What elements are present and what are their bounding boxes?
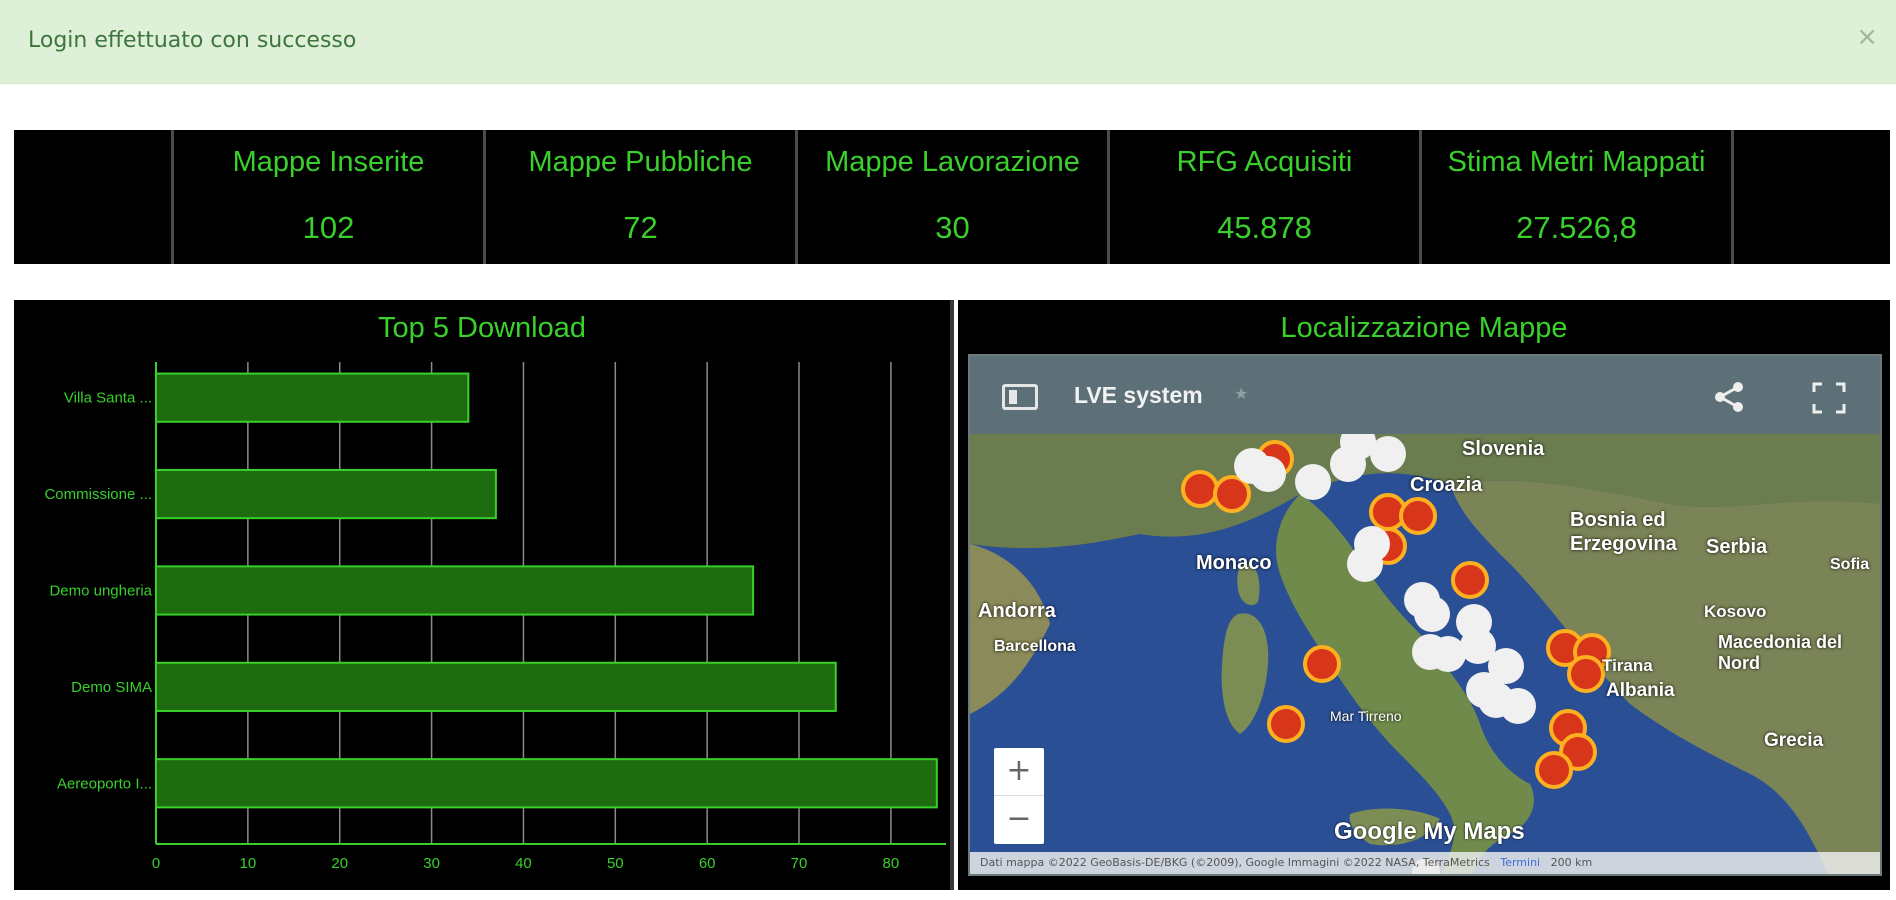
attribution-text: Dati mappa ©2022 GeoBasis-DE/BKG (©2009)… bbox=[980, 856, 1490, 869]
x-tick-label: 20 bbox=[331, 855, 348, 872]
map-name[interactable]: LVE system bbox=[1074, 382, 1203, 409]
label-slovenia: Slovenia bbox=[1462, 438, 1545, 460]
label-barcellona: Barcellona bbox=[994, 638, 1076, 655]
star-icon[interactable]: ★ bbox=[1234, 384, 1248, 403]
label-tirana: Tirana bbox=[1602, 656, 1653, 675]
sidebar-toggle-icon[interactable] bbox=[1002, 384, 1038, 410]
stat-value: 45.878 bbox=[1217, 210, 1312, 245]
map-panel-title: Localizzazione Mappe bbox=[1280, 312, 1568, 344]
label-bosnia: Bosnia ed Erzegovina bbox=[1570, 509, 1677, 555]
stat-rfg-acquisiti: RFG Acquisiti 45.878 bbox=[1110, 130, 1422, 264]
embedded-map[interactable]: LVE system ★ Slovenia Croazia Bosnia ed … bbox=[968, 354, 1882, 876]
label-albania: Albania bbox=[1606, 680, 1675, 701]
zoom-control: + − bbox=[994, 748, 1044, 844]
label-sofia: Sofia bbox=[1830, 556, 1870, 573]
alert-message: Login effettuato con successo bbox=[28, 28, 357, 53]
stat-mappe-lavorazione: Mappe Lavorazione 30 bbox=[798, 130, 1110, 264]
category-label: Demo ungheria bbox=[49, 582, 152, 599]
label-macedonia: Macedonia del Nord bbox=[1718, 632, 1843, 673]
share-icon[interactable] bbox=[1712, 380, 1746, 414]
bar[interactable] bbox=[155, 468, 497, 520]
category-label: Villa Santa ... bbox=[64, 390, 152, 407]
google-logo: Google My Maps bbox=[1334, 818, 1525, 845]
stat-value: 102 bbox=[302, 210, 355, 245]
scale-label: 200 km bbox=[1550, 856, 1593, 869]
x-tick-label: 10 bbox=[240, 855, 257, 872]
label-croazia: Croazia bbox=[1410, 474, 1483, 496]
bar[interactable] bbox=[155, 758, 938, 809]
label-grecia: Grecia bbox=[1764, 730, 1824, 751]
bar[interactable] bbox=[155, 565, 755, 616]
stat-value: 30 bbox=[935, 210, 970, 245]
bar[interactable] bbox=[155, 661, 837, 712]
success-alert: Login effettuato con successo × bbox=[0, 0, 1896, 84]
stat-title: Stima Metri Mappati bbox=[1447, 146, 1706, 178]
stat-value: 72 bbox=[623, 210, 658, 245]
stats-bar: Mappe Inserite 102 Mappe Pubbliche 72 Ma… bbox=[14, 130, 1890, 264]
x-tick-label: 0 bbox=[152, 855, 160, 872]
x-tick-label: 60 bbox=[699, 855, 716, 872]
category-label: Demo SIMA bbox=[71, 679, 152, 696]
stat-title: Mappe Pubbliche bbox=[528, 146, 753, 178]
bar-chart: 0 10 20 30 40 50 60 70 80 Villa Santa ... Commissi… bbox=[44, 362, 946, 872]
stat-stima-metri: Stima Metri Mappati 27.526,8 bbox=[1422, 130, 1734, 264]
x-tick-label: 80 bbox=[883, 855, 900, 872]
stat-mappe-inserite: Mappe Inserite 102 bbox=[174, 130, 486, 264]
fullscreen-icon[interactable] bbox=[1812, 382, 1846, 414]
map-panel: Localizzazione Mappe LVE system ★ Sloven… bbox=[958, 300, 1890, 890]
label-kosovo: Kosovo bbox=[1704, 602, 1767, 621]
x-tick-label: 50 bbox=[607, 855, 624, 872]
label-mar-tirreno: Mar Tirreno bbox=[1330, 708, 1402, 724]
map-header: LVE system ★ bbox=[970, 356, 1880, 434]
close-icon[interactable]: × bbox=[1856, 22, 1878, 52]
label-andorra: Andorra bbox=[978, 600, 1056, 622]
terms-link[interactable]: Termini bbox=[1500, 856, 1540, 869]
category-label: Aereoporto I... bbox=[57, 775, 152, 792]
bar[interactable] bbox=[155, 372, 470, 423]
x-tick-label: 40 bbox=[515, 855, 532, 872]
stats-spacer-right bbox=[1734, 130, 1890, 264]
stat-mappe-pubbliche: Mappe Pubbliche 72 bbox=[486, 130, 798, 264]
label-monaco: Monaco bbox=[1196, 552, 1272, 574]
x-tick-label: 70 bbox=[791, 855, 808, 872]
stat-title: Mappe Lavorazione bbox=[825, 146, 1080, 178]
x-tick-label: 30 bbox=[423, 855, 440, 872]
stat-title: RFG Acquisiti bbox=[1176, 146, 1353, 178]
top-download-panel: Top 5 Download 0 10 20 30 40 50 60 70 80 Villa Sa… bbox=[14, 300, 954, 890]
zoom-out-button[interactable]: − bbox=[994, 796, 1044, 844]
map-attribution: Dati mappa ©2022 GeoBasis-DE/BKG (©2009)… bbox=[970, 852, 1880, 874]
stats-spacer-left bbox=[14, 130, 174, 264]
category-label: Commissione ... bbox=[44, 486, 152, 503]
stat-title: Mappe Inserite bbox=[232, 146, 425, 178]
zoom-in-button[interactable]: + bbox=[994, 748, 1044, 796]
label-serbia: Serbia bbox=[1706, 536, 1768, 558]
stat-value: 27.526,8 bbox=[1516, 210, 1637, 245]
